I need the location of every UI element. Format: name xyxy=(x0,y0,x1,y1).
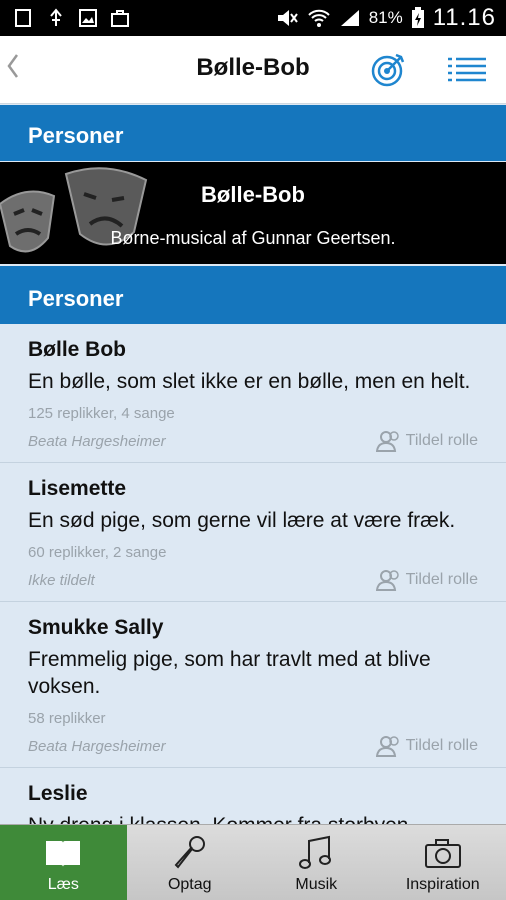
tab-inspiration[interactable]: Inspiration xyxy=(380,825,506,900)
notification-icons xyxy=(14,8,130,28)
music-note-icon xyxy=(299,835,332,869)
character-name: Leslie xyxy=(28,782,88,805)
list-item[interactable]: Lisemette En sød pige, som gerne vil lær… xyxy=(0,463,506,602)
assigned-actor: Beata Hargesheimer xyxy=(28,737,166,755)
character-description: En bølle, som slet ikke er en bølle, men… xyxy=(28,370,471,393)
character-description: Fremmelig pige, som har travlt med at bl… xyxy=(28,648,431,698)
list-item[interactable]: Leslie Ny dreng i klassen. Kommer fra st… xyxy=(0,768,506,824)
character-name: Bølle Bob xyxy=(28,338,126,361)
banner-subtitle: Børne-musical af Gunnar Geertsen. xyxy=(110,228,396,248)
character-list: Bølle Bob En bølle, som slet ikke er en … xyxy=(0,324,506,824)
people-icon xyxy=(375,431,399,452)
assigned-actor: Ikke tildelt xyxy=(28,571,95,589)
character-description: En sød pige, som gerne vil lære at være … xyxy=(28,509,456,532)
tab-record[interactable]: Optag xyxy=(127,825,254,900)
section-header-top: Personer xyxy=(0,105,506,161)
assign-role-label: Tildel rolle xyxy=(405,737,478,754)
list-icon[interactable] xyxy=(448,56,486,84)
tab-label: Musik xyxy=(295,876,338,893)
wifi-icon xyxy=(307,9,330,27)
people-icon xyxy=(375,736,399,757)
tab-read[interactable]: Læs xyxy=(0,825,127,900)
assign-role-label: Tildel rolle xyxy=(405,432,478,449)
book-icon xyxy=(46,841,81,867)
tab-label: Læs xyxy=(47,876,79,893)
assign-role-button[interactable]: Tildel rolle xyxy=(375,735,478,757)
battery-percent: 81% xyxy=(368,8,403,27)
usb-icon xyxy=(50,8,62,26)
list-item[interactable]: Smukke Sally Fremmelig pige, som har tra… xyxy=(0,602,506,768)
tab-label: Optag xyxy=(167,876,212,893)
target-icon[interactable] xyxy=(370,52,406,88)
character-description: Ny dreng i klassen. Kommer fra storbyen. xyxy=(28,812,478,824)
battery-icon xyxy=(411,7,424,28)
notification-icon xyxy=(15,9,31,27)
nav-bar: Bølle-Bob xyxy=(0,36,506,104)
assign-role-button[interactable]: Tildel rolle xyxy=(375,430,478,452)
section-header-list: Personer xyxy=(0,266,506,324)
character-stats: 125 replikker, 4 sange xyxy=(28,405,175,422)
assign-role-button[interactable]: Tildel rolle xyxy=(375,569,478,591)
tab-music[interactable]: Musik xyxy=(253,825,380,900)
people-icon xyxy=(375,570,399,591)
tab-bar: Læs Optag Musik Inspiration xyxy=(0,824,506,900)
character-name: Lisemette xyxy=(28,477,127,500)
character-stats: 58 replikker xyxy=(28,710,106,727)
mute-icon xyxy=(277,10,298,26)
list-item[interactable]: Bølle Bob En bølle, som slet ikke er en … xyxy=(0,324,506,463)
show-banner: Bølle-Bob Børne-musical af Gunnar Geerts… xyxy=(0,162,506,264)
image-icon xyxy=(79,9,97,27)
assigned-actor: Beata Hargesheimer xyxy=(28,432,166,450)
tab-label: Inspiration xyxy=(405,876,480,893)
microphone-icon xyxy=(174,836,205,869)
character-name: Smukke Sally xyxy=(28,616,164,639)
camera-icon xyxy=(424,839,461,868)
briefcase-icon xyxy=(111,10,129,27)
signal-icon xyxy=(340,10,359,26)
status-indicators: 81% 11.16 xyxy=(275,4,496,32)
assign-role-label: Tildel rolle xyxy=(405,571,478,588)
page-title: Bølle-Bob xyxy=(196,54,310,81)
status-bar: 81% 11.16 xyxy=(0,0,506,36)
clock: 11.16 xyxy=(432,4,496,31)
banner-title: Bølle-Bob xyxy=(201,182,305,207)
character-stats: 60 replikker, 2 sange xyxy=(28,544,167,561)
